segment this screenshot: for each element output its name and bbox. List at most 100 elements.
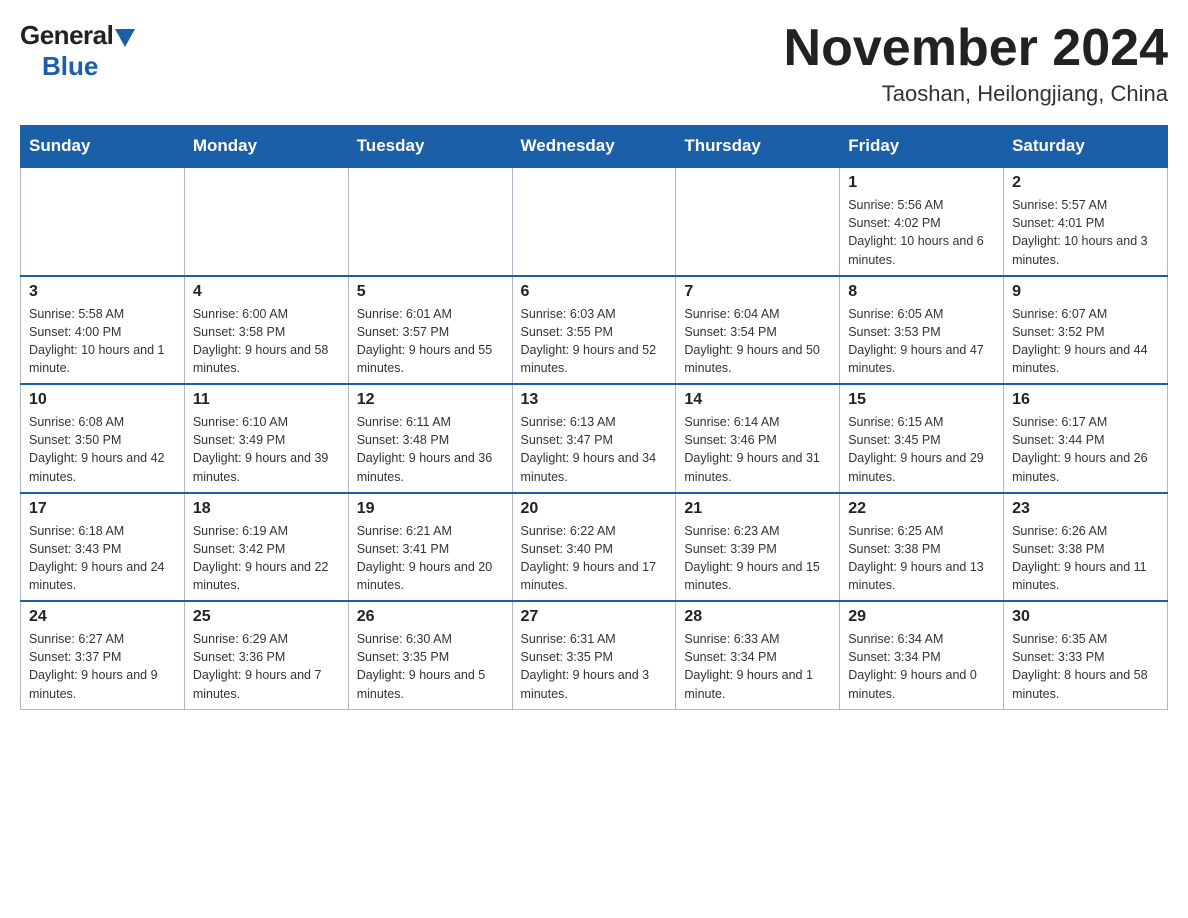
calendar-cell: 11Sunrise: 6:10 AMSunset: 3:49 PMDayligh… bbox=[184, 384, 348, 493]
calendar-cell: 25 Sunrise: 6:29 AMSunset: 3:36 PMDayligh… bbox=[184, 601, 348, 709]
day-info: Sunrise: 6:13 AMSunset: 3:47 PMDaylight:… bbox=[521, 413, 668, 486]
day-info: Sunrise: 6:01 AMSunset: 3:57 PMDaylight:… bbox=[357, 305, 504, 378]
calendar-week-row: 24Sunrise: 6:27 AMSunset: 3:37 PMDayligh… bbox=[21, 601, 1168, 709]
calendar-cell bbox=[348, 167, 512, 276]
day-number: 3 bbox=[29, 283, 176, 301]
day-number: 13 bbox=[521, 391, 668, 409]
logo-triangle-icon bbox=[115, 29, 135, 47]
day-info: Sunrise: 6:29 AMSunset: 3:36 PMDaylight:… bbox=[193, 630, 340, 703]
calendar-cell: 4 Sunrise: 6:00 AMSunset: 3:58 PMDaylight… bbox=[184, 276, 348, 385]
calendar-cell: 3Sunrise: 5:58 AMSunset: 4:00 PMDaylight… bbox=[21, 276, 185, 385]
calendar-cell: 28Sunrise: 6:33 AMSunset: 3:34 PMDayligh… bbox=[676, 601, 840, 709]
day-number: 7 bbox=[684, 283, 831, 301]
day-info: Sunrise: 6:18 AMSunset: 3:43 PMDaylight:… bbox=[29, 522, 176, 595]
calendar-cell: 14Sunrise: 6:14 AMSunset: 3:46 PMDayligh… bbox=[676, 384, 840, 493]
day-info: Sunrise: 6:21 AMSunset: 3:41 PMDaylight:… bbox=[357, 522, 504, 595]
day-info: Sunrise: 6:33 AMSunset: 3:34 PMDaylight:… bbox=[684, 630, 831, 703]
calendar-cell: 9Sunrise: 6:07 AMSunset: 3:52 PMDaylight… bbox=[1004, 276, 1168, 385]
day-number: 11 bbox=[193, 391, 340, 409]
calendar-week-row: 3Sunrise: 5:58 AMSunset: 4:00 PMDaylight… bbox=[21, 276, 1168, 385]
day-number: 16 bbox=[1012, 391, 1159, 409]
weekday-header-thursday: Thursday bbox=[676, 126, 840, 168]
calendar-cell bbox=[676, 167, 840, 276]
day-info: Sunrise: 5:57 AMSunset: 4:01 PMDaylight:… bbox=[1012, 196, 1159, 269]
day-number: 20 bbox=[521, 500, 668, 518]
weekday-header-friday: Friday bbox=[840, 126, 1004, 168]
calendar-cell: 16 Sunrise: 6:17 AMSunset: 3:44 PMDayligh… bbox=[1004, 384, 1168, 493]
calendar-cell: 8 Sunrise: 6:05 AMSunset: 3:53 PMDaylight… bbox=[840, 276, 1004, 385]
day-info: Sunrise: 6:19 AMSunset: 3:42 PMDaylight:… bbox=[193, 522, 340, 595]
day-number: 1 bbox=[848, 174, 995, 192]
calendar-cell bbox=[21, 167, 185, 276]
day-info: Sunrise: 6:22 AMSunset: 3:40 PMDaylight:… bbox=[521, 522, 668, 595]
day-info: Sunrise: 6:31 AMSunset: 3:35 PMDaylight:… bbox=[521, 630, 668, 703]
calendar-cell: 10Sunrise: 6:08 AMSunset: 3:50 PMDayligh… bbox=[21, 384, 185, 493]
weekday-header-sunday: Sunday bbox=[21, 126, 185, 168]
calendar-cell: 20 Sunrise: 6:22 AMSunset: 3:40 PMDayligh… bbox=[512, 493, 676, 602]
day-number: 26 bbox=[357, 608, 504, 626]
day-number: 2 bbox=[1012, 174, 1159, 192]
day-number: 27 bbox=[521, 608, 668, 626]
day-info: Sunrise: 6:00 AMSunset: 3:58 PMDaylight:… bbox=[193, 305, 340, 378]
calendar: SundayMondayTuesdayWednesdayThursdayFrid… bbox=[20, 125, 1168, 710]
day-info: Sunrise: 6:26 AMSunset: 3:38 PMDaylight:… bbox=[1012, 522, 1159, 595]
logo-blue-text: Blue bbox=[42, 51, 98, 82]
calendar-cell: 7 Sunrise: 6:04 AMSunset: 3:54 PMDaylight… bbox=[676, 276, 840, 385]
calendar-week-row: 17Sunrise: 6:18 AMSunset: 3:43 PMDayligh… bbox=[21, 493, 1168, 602]
day-number: 21 bbox=[684, 500, 831, 518]
day-number: 4 bbox=[193, 283, 340, 301]
calendar-cell: 1 Sunrise: 5:56 AMSunset: 4:02 PMDaylight… bbox=[840, 167, 1004, 276]
calendar-cell bbox=[184, 167, 348, 276]
day-number: 19 bbox=[357, 500, 504, 518]
day-number: 14 bbox=[684, 391, 831, 409]
day-info: Sunrise: 6:04 AMSunset: 3:54 PMDaylight:… bbox=[684, 305, 831, 378]
day-info: Sunrise: 6:03 AMSunset: 3:55 PMDaylight:… bbox=[521, 305, 668, 378]
day-info: Sunrise: 6:05 AMSunset: 3:53 PMDaylight:… bbox=[848, 305, 995, 378]
calendar-cell: 19 Sunrise: 6:21 AMSunset: 3:41 PMDayligh… bbox=[348, 493, 512, 602]
calendar-cell: 17Sunrise: 6:18 AMSunset: 3:43 PMDayligh… bbox=[21, 493, 185, 602]
title-area: November 2024 Taoshan, Heilongjiang, Chi… bbox=[784, 20, 1168, 107]
day-number: 15 bbox=[848, 391, 995, 409]
day-number: 12 bbox=[357, 391, 504, 409]
day-info: Sunrise: 6:34 AMSunset: 3:34 PMDaylight:… bbox=[848, 630, 995, 703]
calendar-cell: 5 Sunrise: 6:01 AMSunset: 3:57 PMDaylight… bbox=[348, 276, 512, 385]
weekday-header-row: SundayMondayTuesdayWednesdayThursdayFrid… bbox=[21, 126, 1168, 168]
calendar-cell: 22 Sunrise: 6:25 AMSunset: 3:38 PMDayligh… bbox=[840, 493, 1004, 602]
calendar-cell: 18 Sunrise: 6:19 AMSunset: 3:42 PMDayligh… bbox=[184, 493, 348, 602]
calendar-cell: 30Sunrise: 6:35 AMSunset: 3:33 PMDayligh… bbox=[1004, 601, 1168, 709]
day-number: 22 bbox=[848, 500, 995, 518]
month-title: November 2024 bbox=[784, 20, 1168, 77]
day-number: 29 bbox=[848, 608, 995, 626]
calendar-week-row: 1 Sunrise: 5:56 AMSunset: 4:02 PMDaylight… bbox=[21, 167, 1168, 276]
day-number: 24 bbox=[29, 608, 176, 626]
day-number: 9 bbox=[1012, 283, 1159, 301]
day-info: Sunrise: 5:56 AMSunset: 4:02 PMDaylight:… bbox=[848, 196, 995, 269]
calendar-cell: 29 Sunrise: 6:34 AMSunset: 3:34 PMDayligh… bbox=[840, 601, 1004, 709]
day-info: Sunrise: 6:08 AMSunset: 3:50 PMDaylight:… bbox=[29, 413, 176, 486]
day-info: Sunrise: 6:17 AMSunset: 3:44 PMDaylight:… bbox=[1012, 413, 1159, 486]
location-title: Taoshan, Heilongjiang, China bbox=[784, 81, 1168, 107]
logo-general-text: General bbox=[20, 20, 113, 51]
day-number: 18 bbox=[193, 500, 340, 518]
header: General Blue November 2024 Taoshan, Heil… bbox=[20, 20, 1168, 107]
logo: General Blue bbox=[20, 20, 135, 82]
calendar-cell: 24Sunrise: 6:27 AMSunset: 3:37 PMDayligh… bbox=[21, 601, 185, 709]
calendar-cell: 21Sunrise: 6:23 AMSunset: 3:39 PMDayligh… bbox=[676, 493, 840, 602]
day-info: Sunrise: 6:15 AMSunset: 3:45 PMDaylight:… bbox=[848, 413, 995, 486]
day-number: 25 bbox=[193, 608, 340, 626]
day-number: 8 bbox=[848, 283, 995, 301]
day-number: 5 bbox=[357, 283, 504, 301]
calendar-week-row: 10Sunrise: 6:08 AMSunset: 3:50 PMDayligh… bbox=[21, 384, 1168, 493]
calendar-cell: 23 Sunrise: 6:26 AMSunset: 3:38 PMDayligh… bbox=[1004, 493, 1168, 602]
day-info: Sunrise: 6:35 AMSunset: 3:33 PMDaylight:… bbox=[1012, 630, 1159, 703]
day-info: Sunrise: 6:25 AMSunset: 3:38 PMDaylight:… bbox=[848, 522, 995, 595]
day-number: 23 bbox=[1012, 500, 1159, 518]
weekday-header-wednesday: Wednesday bbox=[512, 126, 676, 168]
weekday-header-saturday: Saturday bbox=[1004, 126, 1168, 168]
calendar-cell: 2 Sunrise: 5:57 AMSunset: 4:01 PMDaylight… bbox=[1004, 167, 1168, 276]
calendar-cell: 26 Sunrise: 6:30 AMSunset: 3:35 PMDayligh… bbox=[348, 601, 512, 709]
day-info: Sunrise: 6:30 AMSunset: 3:35 PMDaylight:… bbox=[357, 630, 504, 703]
calendar-cell: 6Sunrise: 6:03 AMSunset: 3:55 PMDaylight… bbox=[512, 276, 676, 385]
calendar-cell bbox=[512, 167, 676, 276]
weekday-header-monday: Monday bbox=[184, 126, 348, 168]
